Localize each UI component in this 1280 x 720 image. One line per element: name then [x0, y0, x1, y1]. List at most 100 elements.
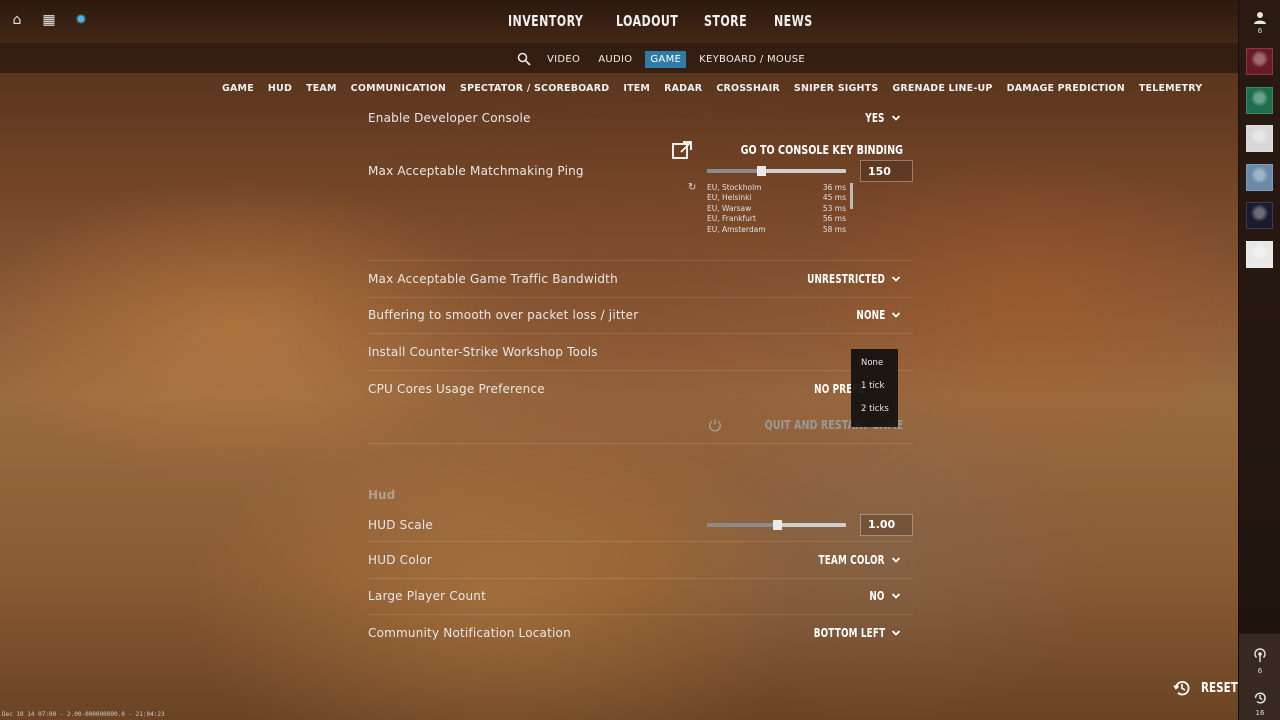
reset-button[interactable]: RESET	[1173, 679, 1247, 697]
quit-restart-row: QUIT AND RESTART GAME	[368, 407, 913, 444]
category-tab-radar[interactable]: RADAR	[664, 83, 702, 94]
broadcast-icon	[1254, 648, 1266, 662]
setting-hud-color: HUD Color TEAM COLOR	[368, 542, 913, 579]
ping-slider[interactable]	[707, 166, 846, 176]
setting-cpu-cores: CPU Cores Usage Preference NO PREFE	[368, 371, 913, 408]
friend-avatar[interactable]	[1246, 86, 1273, 114]
ping-list-scrollbar[interactable]	[850, 183, 853, 209]
server-ping: 53 ms	[822, 203, 846, 213]
setting-workshop-tools: Install Counter-Strike Workshop Tools	[368, 334, 913, 371]
ping-value-input[interactable]: 150	[860, 160, 913, 182]
history-icon	[1254, 692, 1266, 704]
setting-label: Buffering to smooth over packet loss / j…	[368, 308, 639, 323]
category-tab-item[interactable]: ITEM	[623, 83, 650, 94]
chevron-down-icon	[891, 593, 901, 600]
setting-large-player-count: Large Player Count NO	[368, 579, 913, 615]
main-nav-loadout[interactable]: LOADOUT	[616, 12, 678, 30]
server-ping-list: EU, Stockholm 36 ms EU, Helsinki 45 ms EU, W…	[707, 183, 846, 235]
setting-dev-console: Enable Developer Console YES	[368, 104, 913, 132]
server-ping: 45 ms	[822, 193, 846, 203]
dev-console-dropdown[interactable]: YES	[861, 111, 901, 125]
server-ping: 56 ms	[822, 214, 846, 224]
main-nav-news[interactable]: NEWS	[774, 12, 812, 30]
category-tab-crosshair[interactable]: CROSSHAIR	[716, 83, 780, 94]
main-nav-store[interactable]: STORE	[704, 12, 747, 30]
friend-avatar[interactable]	[1246, 202, 1273, 229]
tv-icon[interactable]: ▦	[40, 11, 58, 29]
hud-scale-input[interactable]: 1.00	[860, 513, 913, 536]
server-name: EU, Frankfurt	[707, 214, 756, 224]
refresh-icon[interactable]: ↻	[688, 182, 696, 193]
notification-location-dropdown[interactable]: BOTTOM LEFT	[798, 626, 901, 640]
server-name: EU, Warsaw	[707, 203, 752, 213]
buffering-option[interactable]: 1 tick	[851, 378, 898, 401]
tab-audio[interactable]: AUDIO	[593, 51, 637, 68]
home-icon[interactable]: ⌂	[8, 11, 26, 29]
hud-scale-slider[interactable]	[707, 519, 846, 530]
category-tab-spectator-scoreboard[interactable]: SPECTATOR / SCOREBOARD	[460, 83, 609, 94]
setting-label: Max Acceptable Matchmaking Ping	[368, 164, 584, 178]
friend-avatar[interactable]	[1246, 125, 1273, 152]
friend-avatar[interactable]	[1246, 163, 1273, 191]
chevron-down-icon	[891, 276, 901, 282]
top-bar: ⌂ ▦ ✹ INVENTORY LOADOUT STORE NEWS	[0, 0, 1238, 43]
server-name: EU, Stockholm	[707, 183, 762, 192]
category-tab-team[interactable]: TEAM	[306, 83, 337, 94]
main-nav-inventory[interactable]: INVENTORY	[508, 12, 583, 30]
category-tab-telemetry[interactable]: TELEMETRY	[1139, 83, 1202, 94]
top-left-icons: ⌂ ▦ ✹	[8, 11, 90, 29]
bandwidth-dropdown[interactable]: UNRESTRICTED	[790, 272, 901, 286]
friends-button[interactable]: 6	[1239, 10, 1280, 35]
tab-video[interactable]: VIDEO	[542, 51, 585, 68]
setting-buffering: Buffering to smooth over packet loss / j…	[368, 298, 913, 334]
hud-color-dropdown[interactable]: TEAM COLOR	[804, 553, 901, 567]
server-name: EU, Amsterdam	[707, 224, 766, 234]
slider-thumb[interactable]	[772, 519, 782, 530]
debug-info-text: Dec 10 14 07:00 - 2.00-000000000.0 - 21:…	[2, 711, 165, 718]
server-ping-item: EU, Amsterdam 58 ms	[707, 225, 846, 235]
setting-label: HUD Scale	[368, 517, 433, 532]
chevron-down-icon	[891, 312, 901, 319]
server-ping: 58 ms	[822, 224, 846, 234]
large-player-count-dropdown[interactable]: NO	[866, 589, 901, 603]
friends-sidebar: 6 6 16	[1238, 0, 1280, 720]
server-ping: 36 ms	[822, 183, 846, 192]
buffering-option[interactable]: None	[851, 355, 898, 378]
gear-icon[interactable]: ✹	[72, 11, 90, 29]
category-tab-game[interactable]: GAME	[222, 83, 254, 94]
category-tab-communication[interactable]: COMMUNICATION	[351, 83, 446, 94]
main-nav: INVENTORY LOADOUT STORE NEWS	[508, 12, 816, 30]
category-tab-damage-prediction[interactable]: DAMAGE PREDICTION	[1007, 83, 1125, 94]
chevron-down-icon	[891, 630, 901, 637]
setting-label: Install Counter-Strike Workshop Tools	[368, 344, 598, 359]
server-ping-item: EU, Stockholm 36 ms	[707, 183, 846, 193]
setting-matchmaking-ping: Max Acceptable Matchmaking Ping 150 ↻ EU…	[368, 153, 913, 261]
server-ping-item: EU, Frankfurt 56 ms	[707, 214, 846, 224]
category-tab-sniper-sights[interactable]: SNIPER SIGHTS	[794, 83, 878, 94]
setting-bandwidth: Max Acceptable Game Traffic Bandwidth UN…	[368, 261, 913, 298]
section-title-hud: Hud	[368, 488, 396, 502]
reset-history-icon	[1173, 681, 1190, 696]
category-tabs: GAME HUD TEAM COMMUNICATION SPECTATOR / SCOR…	[222, 83, 1216, 94]
friend-avatar[interactable]	[1246, 240, 1273, 268]
setting-label: Community Notification Location	[368, 626, 571, 641]
buffering-option[interactable]: 2 ticks	[851, 401, 898, 424]
server-ping-item: EU, Warsaw 53 ms	[707, 204, 846, 214]
setting-hud-scale: HUD Scale 1.00	[368, 508, 913, 542]
chevron-down-icon	[891, 115, 901, 121]
person-icon	[1254, 12, 1266, 24]
server-name: EU, Helsinki	[707, 193, 752, 203]
friend-avatar[interactable]	[1246, 48, 1273, 75]
buffering-dropdown[interactable]: NONE	[850, 308, 901, 322]
broadcast-button[interactable]: 6	[1239, 647, 1280, 675]
setting-notification-location: Community Notification Location BOTTOM L…	[368, 615, 913, 652]
buffering-options-popup: None 1 tick 2 ticks	[851, 349, 898, 427]
search-icon[interactable]	[514, 49, 534, 69]
settings-panel: Enable Developer Console YES GO TO CONSO…	[368, 104, 913, 652]
tab-game[interactable]: GAME	[645, 50, 687, 68]
category-tab-grenade-line-up[interactable]: GRENADE LINE-UP	[892, 83, 992, 94]
slider-thumb[interactable]	[757, 166, 767, 176]
tab-keyboard-mouse[interactable]: KEYBOARD / MOUSE	[694, 51, 810, 68]
category-tab-hud[interactable]: HUD	[268, 83, 292, 94]
power-icon	[708, 419, 721, 432]
